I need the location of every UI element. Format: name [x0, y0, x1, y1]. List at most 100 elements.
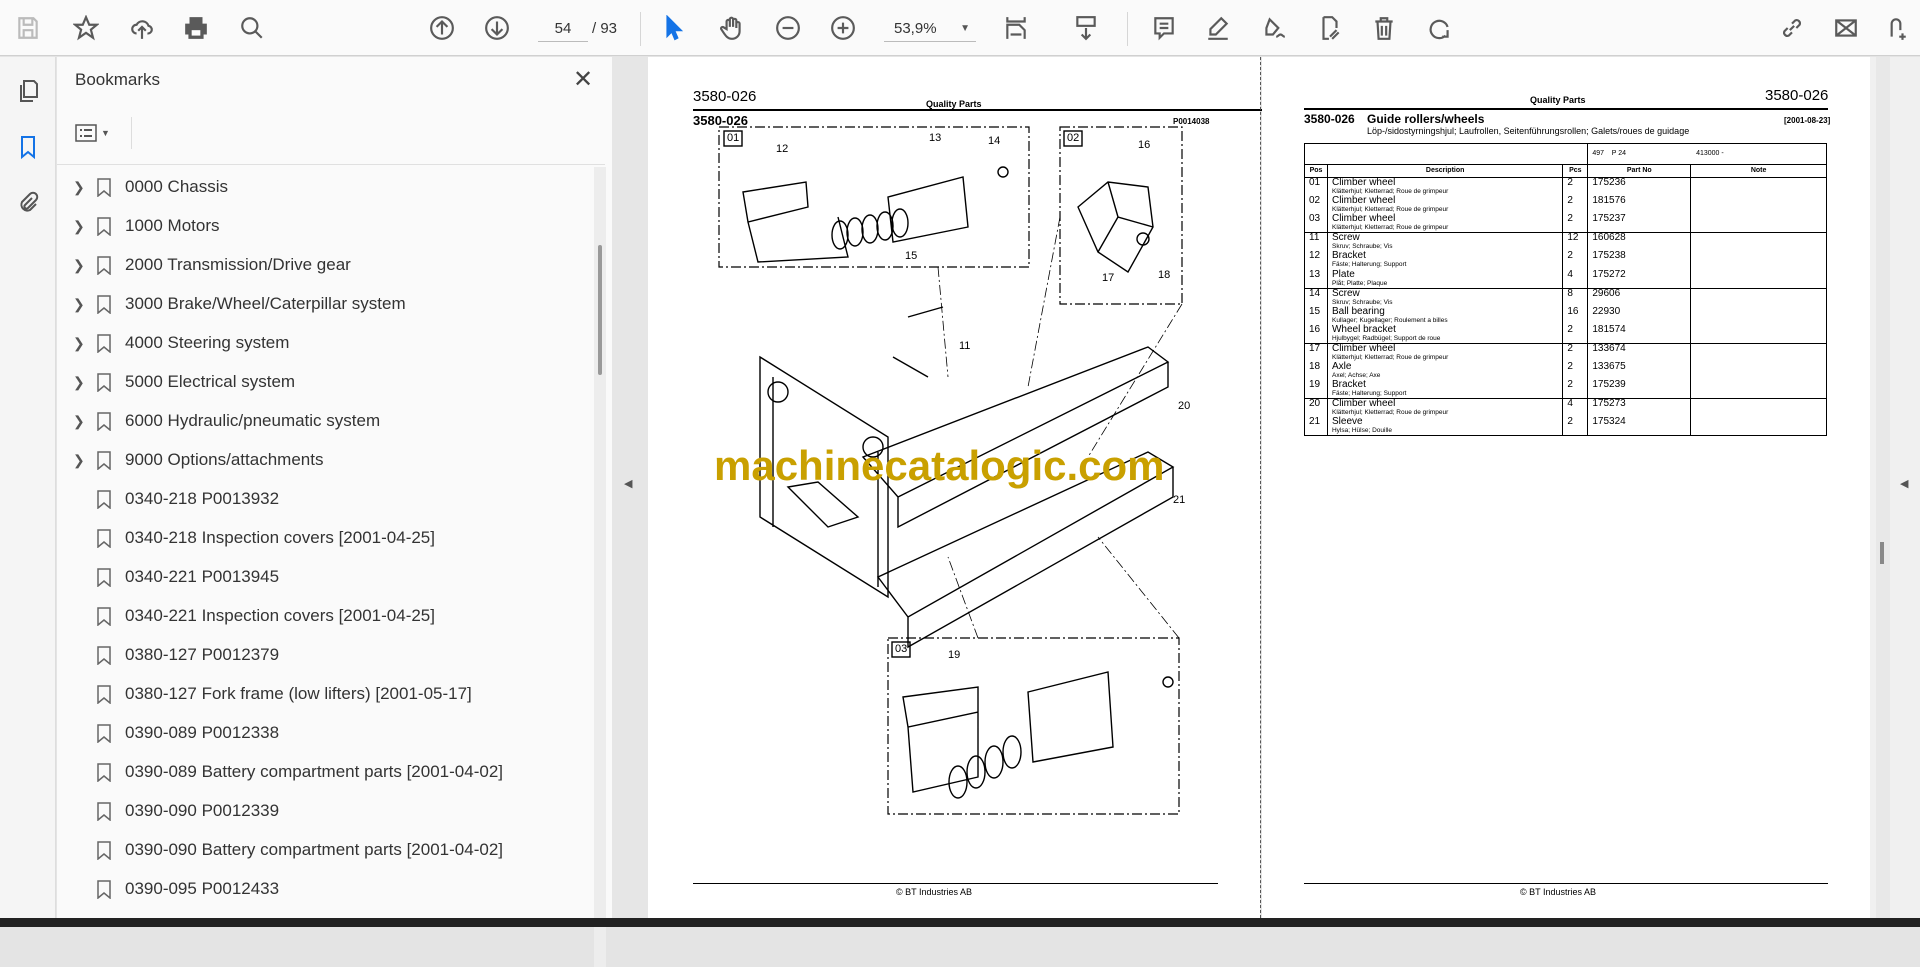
- page-thumbnails-icon[interactable]: [12, 75, 44, 107]
- page-total: / 93: [592, 20, 618, 37]
- translations: Hylsa; Hülse; Douille: [1331, 427, 1392, 435]
- description: Plate: [1331, 268, 1355, 280]
- chevron-right-icon[interactable]: ❯: [73, 374, 85, 391]
- zoom-out-icon[interactable]: [772, 12, 804, 44]
- zoom-in-icon[interactable]: [827, 12, 859, 44]
- part-no-cell: 175324: [1587, 417, 1692, 437]
- page-header: Quality Parts: [1530, 95, 1586, 105]
- bookmark-label: 0340-221 P0013945: [125, 567, 280, 586]
- comment-icon[interactable]: [1148, 12, 1180, 44]
- bookmark-item[interactable]: ❯ 6000 Hydraulic/pneumatic system: [57, 403, 587, 439]
- bookmarks-scrollbar[interactable]: [594, 167, 606, 967]
- pcs-cell: 2: [1562, 195, 1589, 215]
- sign-icon[interactable]: [1258, 12, 1290, 44]
- description-cell: Screw Skruv; Schraube; Vis: [1326, 232, 1564, 252]
- chevron-right-icon[interactable]: ❯: [73, 179, 85, 196]
- scrollbar-thumb[interactable]: [598, 245, 602, 375]
- bookmark-item[interactable]: 0340-221 P0013945: [57, 559, 587, 595]
- page-number-input[interactable]: 54: [538, 16, 588, 42]
- bookmark-item[interactable]: ❯ 2000 Transmission/Drive gear: [57, 247, 587, 283]
- document-scrollbar[interactable]: [1876, 57, 1890, 918]
- highlight-icon[interactable]: [1202, 12, 1234, 44]
- bookmark-item[interactable]: 0390-089 P0012338: [57, 715, 587, 751]
- bookmark-item[interactable]: 0390-095 P0012433: [57, 871, 587, 907]
- share-link-icon[interactable]: [1776, 12, 1808, 44]
- description-cell: Plate Plåt; Platte; Plaque: [1326, 268, 1564, 289]
- bookmark-item[interactable]: 0390-090 Battery compartment parts [2001…: [57, 832, 587, 868]
- bookmark-label: 2000 Transmission/Drive gear: [125, 255, 351, 274]
- part-no-cell: 175272: [1587, 269, 1692, 289]
- bookmark-label: 6000 Hydraulic/pneumatic system: [125, 411, 381, 430]
- bookmark-item[interactable]: 0380-127 Fork frame (low lifters) [2001-…: [57, 676, 587, 712]
- bookmark-label: 0000 Chassis: [125, 177, 229, 196]
- pcs-cell: 2: [1562, 380, 1589, 399]
- callout: 12: [776, 143, 789, 155]
- table-row: 14 Screw Skruv; Schraube; Vis 8 29606: [1304, 287, 1827, 307]
- column-header: Note: [1690, 164, 1827, 178]
- add-user-icon[interactable]: [1880, 12, 1912, 44]
- bookmark-item[interactable]: 0340-221 Inspection covers [2001-04-25]: [57, 598, 587, 634]
- bookmark-options-button[interactable]: ▼: [75, 119, 127, 147]
- fit-page-icon[interactable]: [1000, 12, 1032, 44]
- chevron-right-icon[interactable]: ❯: [73, 257, 85, 274]
- table-row: 12 Bracket Fäste; Halterung; Support 2 17523…: [1304, 250, 1827, 270]
- pcs-cell: 4: [1562, 398, 1589, 418]
- callout: 13: [929, 132, 942, 144]
- table-top-blank: [1303, 143, 1589, 165]
- save-icon[interactable]: [12, 12, 44, 44]
- print-icon[interactable]: [180, 12, 212, 44]
- hand-tool-icon[interactable]: [716, 12, 748, 44]
- chevron-right-icon[interactable]: ❯: [73, 296, 85, 313]
- bookmark-item[interactable]: 0390-089 Battery compartment parts [2001…: [57, 754, 587, 790]
- description: Climber wheel: [1331, 213, 1396, 225]
- description: Screw: [1331, 287, 1360, 299]
- bookmark-item[interactable]: ❯ 0000 Chassis: [57, 169, 587, 205]
- bookmark-item[interactable]: ❯ 5000 Electrical system: [57, 364, 587, 400]
- previous-page-icon[interactable]: [426, 12, 458, 44]
- description: Bracket: [1331, 250, 1366, 262]
- bookmark-item[interactable]: 0340-218 P0013932: [57, 481, 587, 517]
- rotate-icon[interactable]: [1424, 12, 1456, 44]
- section-title: Guide rollers/wheels: [1367, 112, 1485, 126]
- bookmark-item[interactable]: 0380-127 P0012379: [57, 637, 587, 673]
- bookmark-item[interactable]: ❯ 3000 Brake/Wheel/Caterpillar system: [57, 286, 587, 322]
- section-date: [2001-08-23]: [1784, 116, 1831, 125]
- scrollbar-thumb[interactable]: [1880, 542, 1884, 564]
- delete-icon[interactable]: [1368, 12, 1400, 44]
- pos-cell: 12: [1304, 251, 1328, 270]
- edit-pdf-icon[interactable]: [1314, 12, 1346, 44]
- bookmark-icon: [97, 217, 111, 236]
- chevron-right-icon[interactable]: ❯: [73, 218, 85, 235]
- search-icon[interactable]: [236, 12, 268, 44]
- close-icon[interactable]: ✕: [573, 65, 593, 94]
- bookmark-item[interactable]: 0390-090 P0012339: [57, 793, 587, 829]
- translations: Fäste; Halterung; Support: [1331, 261, 1407, 269]
- pcs-cell: 4: [1562, 269, 1589, 289]
- bookmark-item[interactable]: 0340-218 Inspection covers [2001-04-25]: [57, 520, 587, 556]
- translations: Plåt; Platte; Plaque: [1331, 279, 1388, 287]
- star-icon[interactable]: [70, 12, 102, 44]
- bookmark-item[interactable]: ❯ 4000 Steering system: [57, 325, 587, 361]
- pos-cell: 02: [1304, 195, 1328, 215]
- select-cursor-icon[interactable]: [658, 12, 690, 44]
- bookmark-item[interactable]: ❯ 9000 Options/attachments: [57, 442, 587, 478]
- attachment-icon[interactable]: [12, 187, 44, 219]
- zoom-level-select[interactable]: 53,9% ▼: [884, 16, 976, 42]
- expand-right-icon[interactable]: ◀: [1900, 477, 1908, 490]
- bookmark-label: 0380-127 Fork frame (low lifters) [2001-…: [125, 684, 472, 703]
- bookmark-icon[interactable]: [12, 131, 44, 163]
- bookmark-item[interactable]: ❯ 1000 Motors: [57, 208, 587, 244]
- email-icon[interactable]: [1830, 12, 1862, 44]
- chevron-right-icon[interactable]: ❯: [73, 413, 85, 430]
- translations: Klätterhjul; Kletterrad; Roue de grimpeu…: [1331, 409, 1449, 417]
- pcs-cell: 2: [1562, 342, 1589, 362]
- next-page-icon[interactable]: [481, 12, 513, 44]
- chevron-right-icon[interactable]: ❯: [73, 335, 85, 352]
- column-header: Part No: [1587, 164, 1692, 178]
- cloud-upload-icon[interactable]: [126, 12, 158, 44]
- chevron-right-icon[interactable]: ❯: [73, 452, 85, 469]
- scroll-mode-icon[interactable]: [1070, 12, 1102, 44]
- bookmark-label: 0390-089 P0012338: [125, 723, 280, 742]
- collapse-left-icon[interactable]: ◀: [624, 477, 632, 490]
- section-subtitle: Löp-/sidostyrningshjul; Laufrollen, Seit…: [1367, 126, 1690, 136]
